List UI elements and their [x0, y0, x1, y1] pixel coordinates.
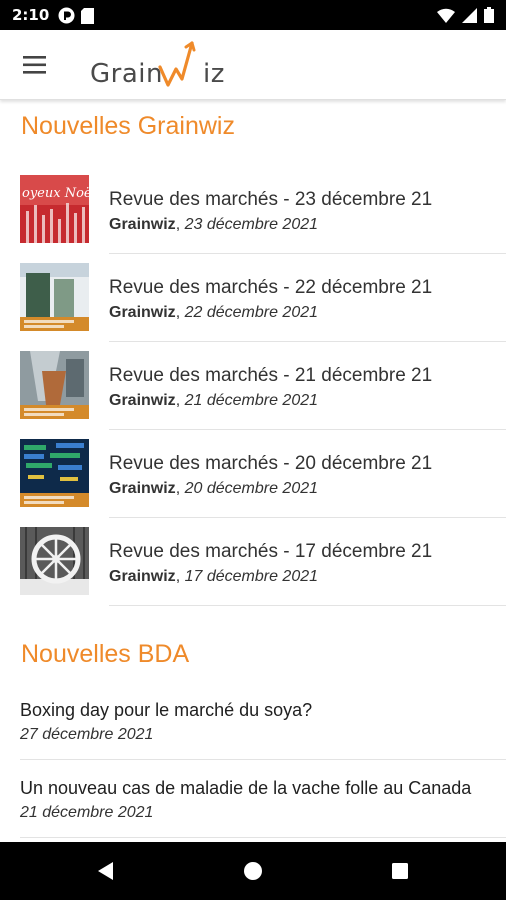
- news-item-text: Revue des marchés - 23 décembre 21 Grain…: [109, 166, 506, 254]
- bda-news-item[interactable]: Un nouveau cas de maladie de la vache fo…: [0, 760, 506, 838]
- wifi-icon: [437, 8, 455, 28]
- back-icon: [98, 862, 113, 880]
- status-notification-icons: [58, 7, 94, 29]
- christmas-card-thumbnail: oyeux Noël: [20, 175, 89, 243]
- news-item-title: Revue des marchés - 23 décembre 21: [109, 189, 433, 210]
- news-item-date: 22 décembre 2021: [184, 304, 319, 321]
- cellular-signal-icon: [462, 7, 477, 28]
- market-board-thumbnail: [20, 439, 89, 507]
- wagon-wheel-thumbnail: [20, 527, 89, 595]
- logo-text-right: iz: [202, 59, 225, 89]
- news-item-author: Grainwiz: [109, 216, 176, 233]
- bda-news-item-date: 27 décembre 2021: [20, 726, 154, 743]
- news-item-author: Grainwiz: [109, 392, 176, 409]
- news-item-text: Revue des marchés - 20 décembre 21 Grain…: [109, 430, 506, 518]
- bda-news-item-text: Boxing day pour le marché du soya? 27 dé…: [20, 682, 506, 760]
- bda-news-item-text: Un nouveau cas de maladie de la vache fo…: [20, 760, 506, 838]
- status-bar: 2:10: [0, 0, 506, 30]
- news-item[interactable]: Revue des marchés - 22 décembre 21 Grain…: [0, 254, 506, 342]
- grain-pouring-thumbnail: [20, 351, 89, 419]
- news-item-date: 23 décembre 2021: [184, 216, 319, 233]
- bda-news-item-date: 21 décembre 2021: [20, 804, 154, 821]
- recents-icon: [392, 863, 408, 879]
- news-item-meta: Grainwiz, 22 décembre 2021: [109, 304, 319, 321]
- svg-text:oyeux Noël: oyeux Noël: [22, 186, 89, 201]
- bda-news-item-title: Un nouveau cas de maladie de la vache fo…: [20, 778, 472, 798]
- news-item-date: 17 décembre 2021: [184, 568, 319, 585]
- hamburger-menu-icon: [23, 56, 46, 74]
- news-item-meta: Grainwiz, 20 décembre 2021: [109, 480, 319, 497]
- menu-button[interactable]: [14, 48, 54, 82]
- grainwiz-logo: Grain iz: [90, 37, 224, 93]
- status-time: 2:10: [12, 6, 50, 24]
- news-item-meta: Grainwiz, 21 décembre 2021: [109, 392, 319, 409]
- news-item-author: Grainwiz: [109, 568, 176, 585]
- pocket-casts-icon: [58, 7, 75, 29]
- sd-card-icon: [81, 7, 94, 29]
- news-item-title: Revue des marchés - 21 décembre 21: [109, 365, 433, 386]
- news-item-meta: Grainwiz, 23 décembre 2021: [109, 216, 319, 233]
- main-content[interactable]: Nouvelles Grainwiz oyeux Noël Revue des …: [0, 100, 506, 842]
- recents-button[interactable]: [385, 856, 415, 886]
- news-item-date: 20 décembre 2021: [184, 480, 319, 497]
- home-icon: [244, 862, 262, 880]
- news-item[interactable]: Revue des marchés - 17 décembre 21 Grain…: [0, 518, 506, 606]
- news-item-author: Grainwiz: [109, 304, 176, 321]
- home-button[interactable]: [238, 856, 268, 886]
- news-item-meta: Grainwiz, 17 décembre 2021: [109, 568, 319, 585]
- news-item-title: Revue des marchés - 17 décembre 21: [109, 541, 433, 562]
- news-item[interactable]: oyeux Noël Revue des marchés - 23 décemb…: [0, 166, 506, 254]
- logo-text-left: Grain: [90, 59, 163, 89]
- news-item-author: Grainwiz: [109, 480, 176, 497]
- battery-icon: [484, 7, 494, 28]
- section-title-bda: Nouvelles BDA: [21, 640, 190, 668]
- app-bar: Grain iz: [0, 30, 506, 100]
- section-title-grainwiz: Nouvelles Grainwiz: [21, 112, 235, 140]
- news-item[interactable]: Revue des marchés - 21 décembre 21 Grain…: [0, 342, 506, 430]
- news-item-text: Revue des marchés - 21 décembre 21 Grain…: [109, 342, 506, 430]
- bda-news-item-title: Boxing day pour le marché du soya?: [20, 700, 313, 720]
- grain-silo-thumbnail: [20, 263, 89, 331]
- back-button[interactable]: [91, 856, 121, 886]
- news-item-title: Revue des marchés - 20 décembre 21: [109, 453, 433, 474]
- bda-news-item[interactable]: Boxing day pour le marché du soya? 27 dé…: [0, 682, 506, 760]
- navigation-bar: [0, 842, 506, 900]
- news-item-text: Revue des marchés - 22 décembre 21 Grain…: [109, 254, 506, 342]
- news-item-title: Revue des marchés - 22 décembre 21: [109, 277, 433, 298]
- news-item-date: 21 décembre 2021: [184, 392, 319, 409]
- news-item-text: Revue des marchés - 17 décembre 21 Grain…: [109, 518, 506, 606]
- status-system-icons: [437, 7, 494, 28]
- news-item[interactable]: Revue des marchés - 20 décembre 21 Grain…: [0, 430, 506, 518]
- logo-chart-mark: [158, 41, 196, 87]
